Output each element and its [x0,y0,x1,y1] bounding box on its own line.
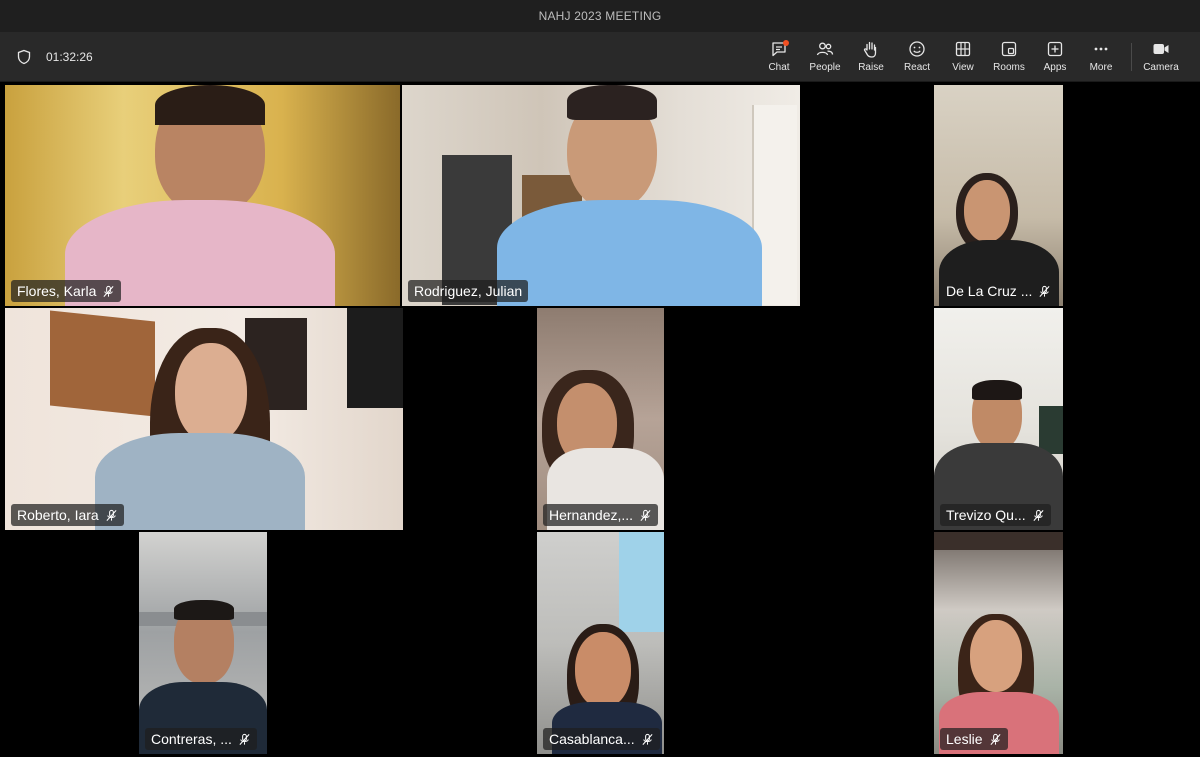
participant-name-tag: Trevizo Qu... [940,504,1051,526]
rooms-button[interactable]: Rooms [986,39,1032,77]
camera-label: Camera [1143,62,1179,73]
participant-name-tag: Contreras, ... [145,728,257,750]
mic-muted-icon [1039,285,1050,297]
mic-muted-icon [239,733,250,745]
participant-name-tag: De La Cruz ... [940,280,1058,302]
mic-muted-icon [106,509,117,521]
mic-muted-icon [103,285,114,297]
more-icon [1094,47,1108,51]
video-tile-contreras[interactable]: Contreras, ... [139,532,267,754]
camera-button[interactable]: Camera [1138,39,1184,77]
participant-name: Flores, Karla [17,283,97,299]
raise-label: Raise [858,62,884,73]
mic-muted-icon [990,733,1001,745]
react-icon [909,41,925,57]
mic-muted-icon [640,509,651,521]
rooms-icon [1001,41,1017,57]
participant-name: De La Cruz ... [946,283,1033,299]
video-tile-trevizo[interactable]: Trevizo Qu... [934,308,1063,530]
video-gallery: Flores, Karla Rodriguez, Julian De La Cr… [0,83,1200,757]
chat-button[interactable]: Chat [756,39,802,77]
view-label: View [952,62,974,73]
participant-name-tag: Rodriguez, Julian [408,280,529,302]
react-label: React [903,62,931,73]
video-tile-roberto-iara[interactable]: Roberto, Iara [5,308,403,530]
view-grid-icon [955,41,971,57]
participant-name: Hernandez,... [549,507,634,523]
participant-name: Casablanca... [549,731,635,747]
raise-hand-icon [863,41,877,58]
people-label: People [809,62,841,73]
meeting-timer: 01:32:26 [46,50,93,64]
camera-icon [1153,44,1169,54]
participant-name: Trevizo Qu... [946,507,1026,523]
window-titlebar: NAHJ 2023 MEETING [0,0,1200,32]
participant-name-tag: Roberto, Iara [11,504,124,526]
video-tile-de-la-cruz[interactable]: De La Cruz ... [934,85,1063,306]
more-button[interactable]: More [1078,39,1124,77]
raise-hand-button[interactable]: Raise [848,39,894,77]
react-button[interactable]: React [894,39,940,77]
people-icon [816,42,834,56]
toolbar-divider [1131,43,1132,71]
video-tile-rodriguez-julian[interactable]: Rodriguez, Julian [402,85,800,306]
video-tile-leslie[interactable]: Leslie [934,532,1063,754]
participant-name: Roberto, Iara [17,507,99,523]
participant-name: Contreras, ... [151,731,232,747]
participant-name-tag: Leslie [940,728,1008,750]
participant-name-tag: Casablanca... [543,728,660,750]
apps-label: Apps [1043,62,1067,73]
meeting-title: NAHJ 2023 MEETING [538,9,662,23]
shield-icon [17,49,31,65]
chat-notification-dot [783,40,789,46]
participant-name-tag: Flores, Karla [11,280,122,302]
participant-name-tag: Hernandez,... [543,504,659,526]
more-label: More [1089,62,1113,73]
chat-label: Chat [768,62,790,73]
rooms-label: Rooms [993,62,1025,73]
participant-name: Rodriguez, Julian [414,283,523,299]
participant-name: Leslie [946,731,983,747]
mic-muted-icon [1033,509,1044,521]
apps-icon [1047,41,1063,57]
mic-muted-icon [642,733,653,745]
view-button[interactable]: View [940,39,986,77]
people-button[interactable]: People [802,39,848,77]
video-tile-casablanca[interactable]: Casablanca... [537,532,664,754]
apps-button[interactable]: Apps [1032,39,1078,77]
meeting-toolbar: 01:32:26 Chat People Raise React View Ro… [0,32,1200,82]
video-tile-flores-karla[interactable]: Flores, Karla [5,85,400,306]
video-tile-hernandez[interactable]: Hernandez,... [537,308,664,530]
